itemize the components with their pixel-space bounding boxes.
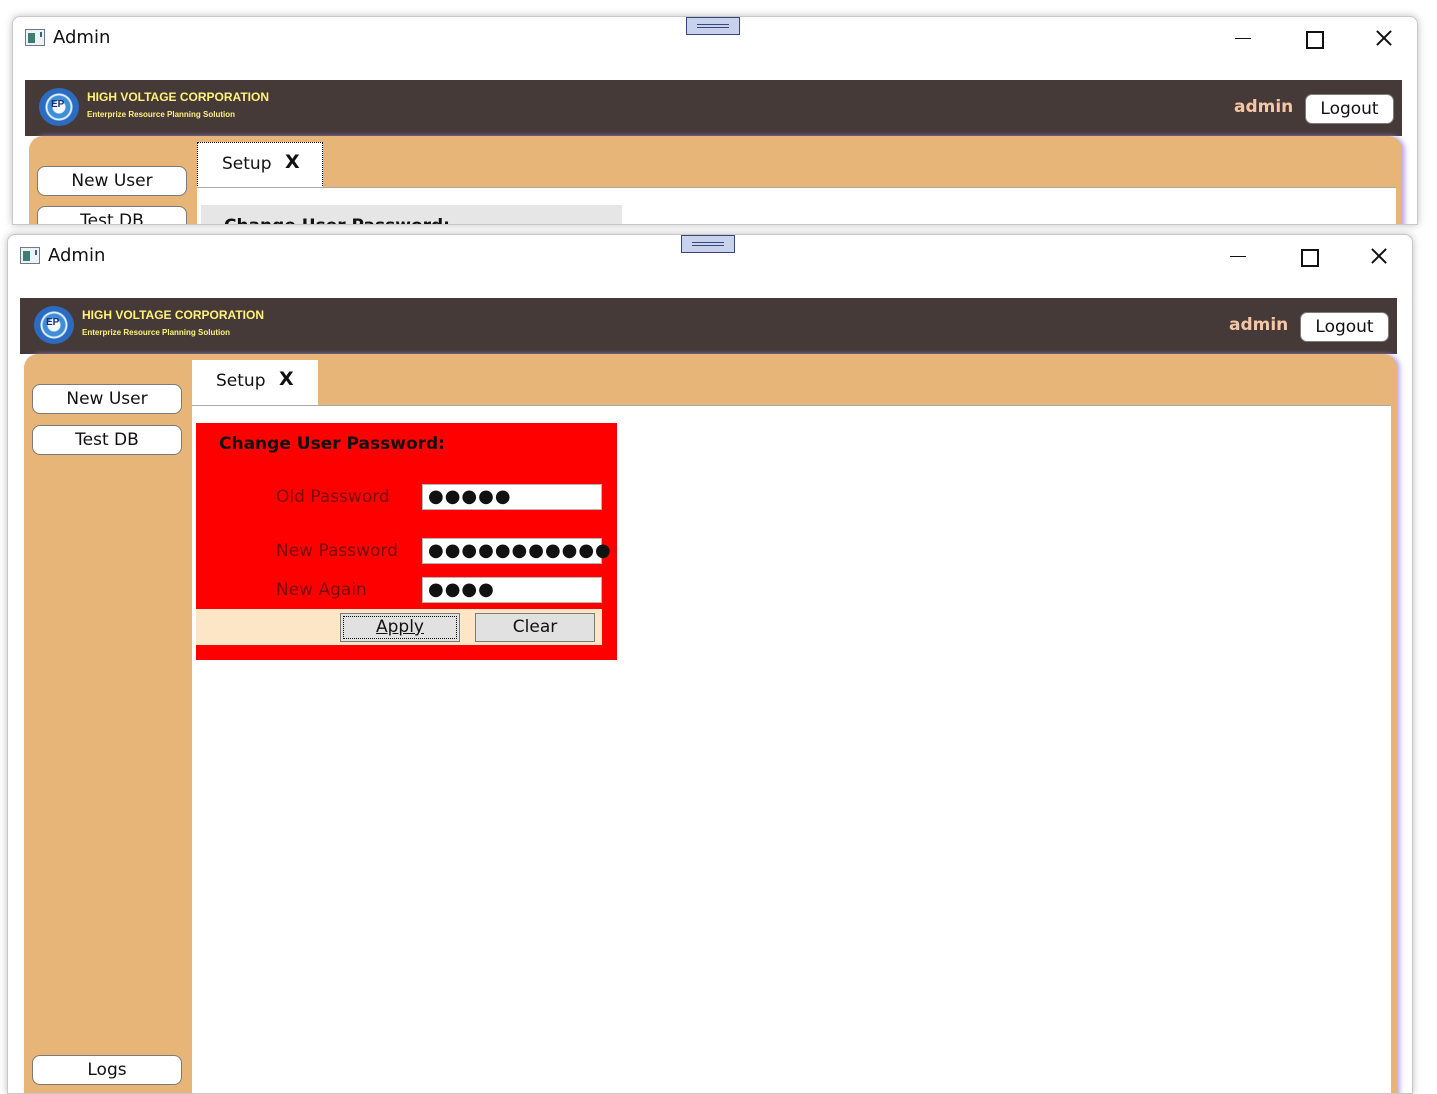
logout-button[interactable]: Logout xyxy=(1305,94,1394,124)
tab-close-icon[interactable]: X xyxy=(279,368,294,390)
new-user-button[interactable]: New User xyxy=(37,166,187,196)
app-header: EP HIGH VOLTAGE CORPORATION Enterprize R… xyxy=(25,80,1402,136)
change-password-panel: Change User Password: xyxy=(201,205,622,224)
tab-setup-label: Setup xyxy=(216,371,266,391)
window-title: Admin xyxy=(48,245,106,266)
app-window-icon xyxy=(25,29,45,46)
logs-button[interactable]: Logs xyxy=(32,1055,182,1085)
new-again-label: New Again xyxy=(276,580,367,600)
admin-window[interactable]: Admin EP HIGH VOLTAGE CORPORATION Enterp… xyxy=(7,234,1413,1094)
company-name: HIGH VOLTAGE CORPORATION xyxy=(82,308,264,322)
tab-content: Change User Password: xyxy=(197,187,1396,224)
tab-close-icon[interactable]: X xyxy=(285,151,300,173)
new-password-label: New Password xyxy=(276,541,398,561)
title-bar[interactable]: Admin xyxy=(13,17,1417,79)
minimize-icon[interactable] xyxy=(1223,23,1263,53)
tab-setup[interactable]: Setup X xyxy=(197,142,323,188)
test-db-button[interactable]: Test DB xyxy=(37,206,187,224)
title-bar[interactable]: Admin xyxy=(8,235,1412,297)
company-tagline: Enterprize Resource Planning Solution xyxy=(82,328,231,337)
tab-content: Change User Password: Old Password ●●●●●… xyxy=(192,405,1391,1093)
new-again-input[interactable]: ●●●● xyxy=(422,577,602,603)
apply-button-label: Apply xyxy=(376,617,424,637)
new-password-input[interactable]: ●●●●●●●●●●● xyxy=(422,538,611,564)
drag-grip-icon[interactable] xyxy=(686,17,740,35)
current-user: admin xyxy=(1229,315,1289,335)
minimize-icon[interactable] xyxy=(1218,241,1258,271)
maximize-icon[interactable] xyxy=(1293,23,1333,53)
company-tagline: Enterprize Resource Planning Solution xyxy=(87,110,236,119)
window-title: Admin xyxy=(53,27,111,48)
clear-button[interactable]: Clear xyxy=(475,613,595,642)
current-user: admin xyxy=(1234,97,1294,117)
drag-grip-icon[interactable] xyxy=(681,235,735,253)
tab-setup-label: Setup xyxy=(222,154,272,174)
app-window-icon xyxy=(20,247,40,264)
close-icon[interactable] xyxy=(1358,241,1398,271)
panel-title: Change User Password: xyxy=(224,216,450,224)
company-logo: EP xyxy=(34,306,74,344)
company-name: HIGH VOLTAGE CORPORATION xyxy=(87,90,269,104)
app-header: EP HIGH VOLTAGE CORPORATION Enterprize R… xyxy=(20,298,1397,354)
panel-title: Change User Password: xyxy=(219,434,445,454)
tab-setup[interactable]: Setup X xyxy=(192,360,318,406)
old-password-input[interactable]: ●●●●● xyxy=(422,484,602,510)
admin-window-background[interactable]: Admin EP HIGH VOLTAGE CORPORATION Enterp… xyxy=(12,16,1418,225)
new-user-button[interactable]: New User xyxy=(32,384,182,414)
close-icon[interactable] xyxy=(1363,23,1403,53)
main-body: New User Test DB Setup X Change User Pas… xyxy=(29,136,1402,224)
company-logo: EP xyxy=(39,88,79,126)
change-password-panel: Change User Password: Old Password ●●●●●… xyxy=(196,423,617,660)
logout-button[interactable]: Logout xyxy=(1300,312,1389,342)
old-password-label: Old Password xyxy=(276,487,390,507)
maximize-icon[interactable] xyxy=(1288,241,1328,271)
test-db-button[interactable]: Test DB xyxy=(32,425,182,455)
apply-button[interactable]: Apply xyxy=(340,613,460,642)
main-body: New User Test DB Logs Setup X Change Use… xyxy=(24,354,1397,1093)
button-row: Apply Clear xyxy=(196,609,602,645)
